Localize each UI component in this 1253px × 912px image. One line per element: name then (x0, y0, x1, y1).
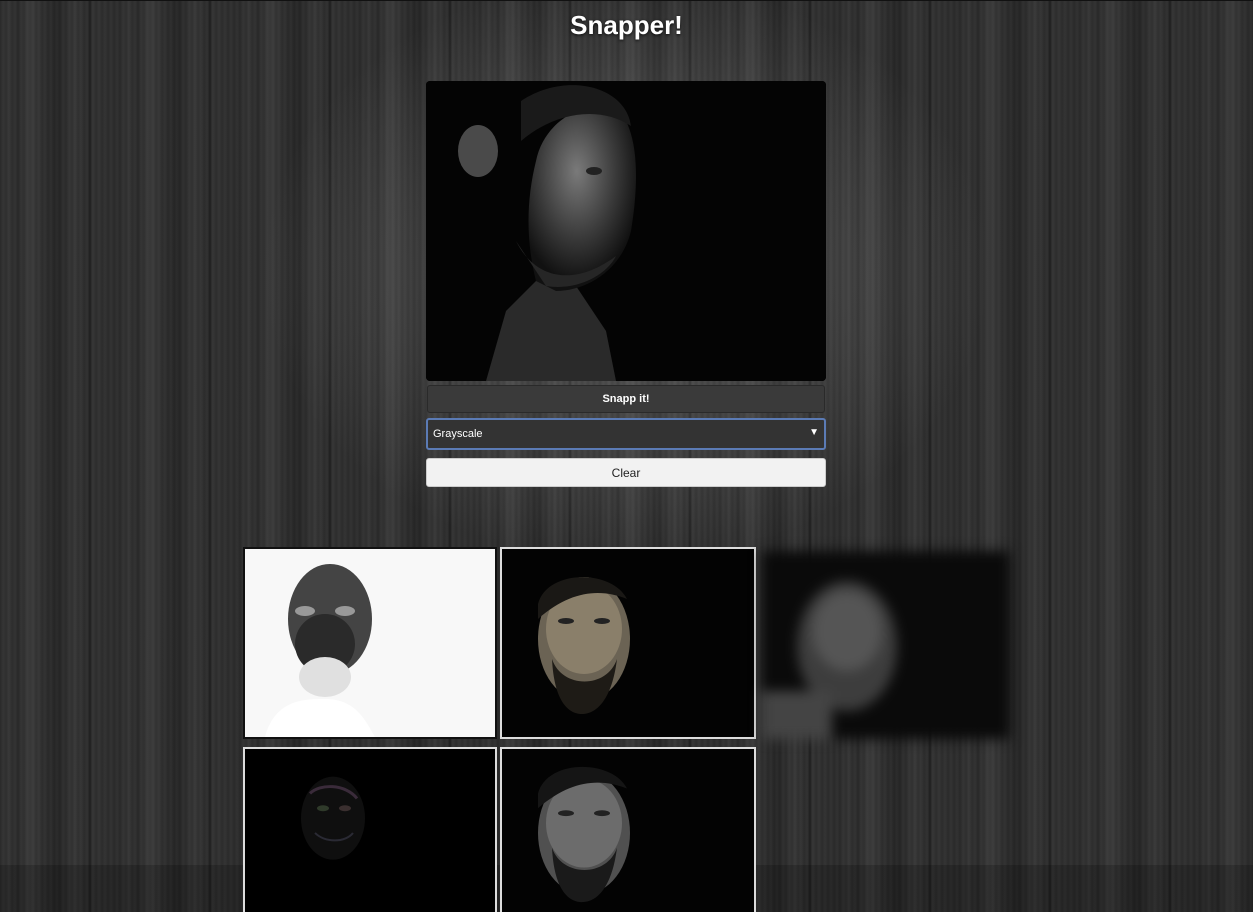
app-title: Snapper! (570, 10, 683, 40)
snapshot-sepia[interactable] (500, 547, 756, 739)
camera-preview (426, 81, 826, 381)
snapshot-grayscale[interactable] (500, 747, 756, 912)
snapshot-blur[interactable] (762, 551, 1010, 739)
snapshot-dark[interactable] (243, 747, 497, 912)
filter-select-value: Grayscale (433, 428, 483, 440)
top-edge (0, 0, 1253, 1)
snapshot-invert[interactable] (243, 547, 497, 739)
chevron-down-icon: ▼ (809, 427, 819, 438)
clear-button[interactable]: Clear (426, 458, 826, 487)
filter-select[interactable]: Grayscale ▼ (426, 418, 826, 450)
snap-button[interactable]: Snapp it! (427, 385, 825, 413)
